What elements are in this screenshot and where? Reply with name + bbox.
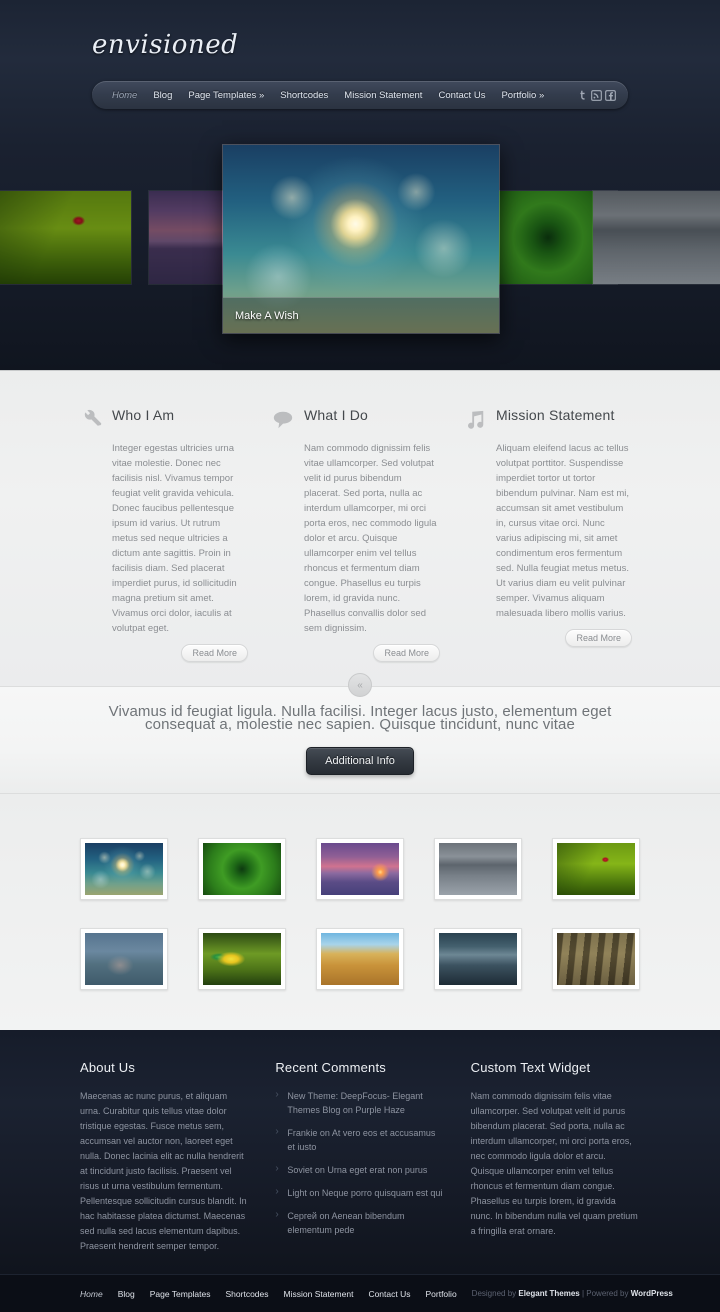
footer-widgets: About Us Maecenas ac nunc purus, et aliq… [80,1060,640,1254]
slider-caption: Make A Wish [223,297,499,333]
slider-caption-text: Make A Wish [235,309,299,322]
gallery-item-bamboo[interactable] [552,928,640,990]
gallery-item-seascape[interactable] [434,928,522,990]
speech-bubble-icon [272,409,294,431]
main-navigation: Home Blog Page Templates » Shortcodes Mi… [92,81,628,109]
footer-bottom-bar: Home Blog Page Templates Shortcodes Miss… [0,1274,720,1312]
footer-nav-home[interactable]: Home [80,1289,112,1299]
nav-item-mission-statement[interactable]: Mission Statement [336,90,430,101]
gallery-item-pier-pavilion[interactable] [434,838,522,900]
footer-widget-about-us: About Us Maecenas ac nunc purus, et aliq… [80,1060,249,1254]
wrench-icon [80,409,102,431]
footer-bottom-inner: Home Blog Page Templates Shortcodes Miss… [80,1289,673,1299]
music-note-icon [464,409,486,431]
tagline-text: Vivamus id feugiat ligula. Nulla facilis… [108,703,612,733]
nav-item-contact-us[interactable]: Contact Us [430,90,493,101]
footer-widget-recent-comments: Recent Comments New Theme: DeepFocus- El… [275,1060,444,1254]
gallery-item-wheat-field[interactable] [316,928,404,990]
feature-title: What I Do [304,407,369,423]
site-logo[interactable]: envisioned [92,30,238,60]
feature-heading: Mission Statement [464,407,632,431]
gallery-item-toucan[interactable] [198,928,286,990]
features-section: Who I Am Integer egestas ultricies urna … [0,370,720,686]
gallery-item-dandelion[interactable] [80,838,168,900]
feature-title: Who I Am [112,407,175,423]
social-links [577,89,616,101]
footer-widget-body: Maecenas ac nunc purus, et aliquam urna.… [80,1091,247,1251]
list-item[interactable]: Soviet on Urna eget erat non purus [275,1162,444,1186]
quote-badge-icon: « [348,673,372,697]
credit-prefix: Designed by [471,1289,519,1298]
feature-heading: What I Do [272,407,440,431]
slider-thumb-grass-ladybug[interactable] [0,190,132,285]
slider-thumb-pier-pavilion[interactable] [592,190,720,285]
credit-middle: | Powered by [579,1289,631,1298]
features-row: Who I Am Integer egestas ultricies urna … [80,407,640,662]
rss-icon[interactable] [591,89,602,101]
nav-item-blog[interactable]: Blog [145,90,180,101]
footer-nav-blog[interactable]: Blog [118,1289,144,1299]
footer-nav-shortcodes[interactable]: Shortcodes [226,1289,278,1299]
nav-item-home[interactable]: Home [104,90,145,101]
read-more-button[interactable]: Read More [373,644,440,662]
footer-navigation: Home Blog Page Templates Shortcodes Miss… [80,1289,472,1299]
additional-info-button[interactable]: Additional Info [306,747,414,775]
feature-title: Mission Statement [496,407,615,423]
feature-body: Aliquam eleifend lacus ac tellus volutpa… [496,443,630,619]
footer-nav-page-templates[interactable]: Page Templates [150,1289,220,1299]
credit-wordpress-link[interactable]: WordPress [631,1289,673,1298]
nav-item-portfolio[interactable]: Portfolio » [493,90,552,101]
feature-column-what-i-do: What I Do Nam commodo dignissim felis vi… [272,407,440,662]
slider-featured-slide[interactable]: Make A Wish [222,144,500,334]
read-more-button[interactable]: Read More [565,629,632,647]
list-item[interactable]: Light on Neque porro quisquam est qui [275,1185,444,1209]
footer-nav-contact-us[interactable]: Contact Us [368,1289,419,1299]
footer-widget-custom-text: Custom Text Widget Nam commodo dignissim… [471,1060,640,1254]
credit-elegant-themes-link[interactable]: Elegant Themes [518,1289,579,1298]
nav-links: Home Blog Page Templates » Shortcodes Mi… [104,90,577,101]
gallery-section [0,794,720,1030]
list-item[interactable]: Frankie on At vero eos et accusamus et i… [275,1125,444,1163]
nav-item-page-templates[interactable]: Page Templates » [180,90,272,101]
gallery-item-snow-monkeys[interactable] [80,928,168,990]
hero-slider: Make A Wish [0,130,720,360]
list-item[interactable]: Сергей on Aenean bibendum elementum pede [275,1208,444,1246]
gallery-grid [80,838,640,990]
gallery-item-green-leaf[interactable] [198,838,286,900]
feature-body: Integer egestas ultricies urna vitae mol… [112,443,237,634]
gallery-item-grass-ladybug[interactable] [552,838,640,900]
footer-nav-mission-statement[interactable]: Mission Statement [284,1289,363,1299]
list-item[interactable]: New Theme: DeepFocus- Elegant Themes Blo… [275,1088,444,1126]
footer-widget-title: Custom Text Widget [470,1060,591,1075]
feature-column-mission-statement: Mission Statement Aliquam eleifend lacus… [464,407,632,662]
site-header: envisioned Home Blog Page Templates » Sh… [0,0,720,370]
footer-widget-body: Nam commodo dignissim felis vitae ullamc… [470,1091,638,1236]
tagline-section: « Vivamus id feugiat ligula. Nulla facil… [0,673,720,794]
tagline-inner: Vivamus id feugiat ligula. Nulla facilis… [0,686,720,794]
feature-column-who-i-am: Who I Am Integer egestas ultricies urna … [80,407,248,662]
site-footer: About Us Maecenas ac nunc purus, et aliq… [0,1030,720,1274]
recent-comments-list: New Theme: DeepFocus- Elegant Themes Blo… [275,1088,444,1246]
gallery-item-bridge-sunset[interactable] [316,838,404,900]
footer-nav-portfolio[interactable]: Portfolio [425,1289,465,1299]
twitter-icon[interactable] [577,90,588,101]
facebook-icon[interactable] [605,89,616,101]
nav-item-shortcodes[interactable]: Shortcodes [272,90,336,101]
footer-credit: Designed by Elegant Themes | Powered by … [472,1289,673,1298]
footer-widget-title: Recent Comments [275,1060,386,1075]
read-more-button[interactable]: Read More [181,644,248,662]
footer-widget-title: About Us [80,1060,136,1075]
feature-heading: Who I Am [80,407,248,431]
feature-body: Nam commodo dignissim felis vitae ullamc… [304,443,437,634]
